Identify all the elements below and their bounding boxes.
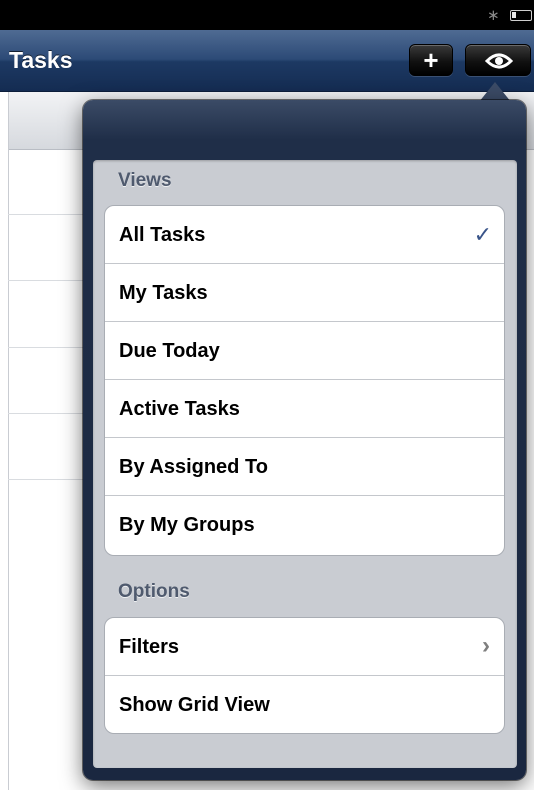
views-list: All Tasks ✓ My Tasks Due Today Active Ta… [104,205,505,556]
chevron-right-icon: › [482,632,490,659]
view-item-by-my-groups[interactable]: By My Groups [105,496,504,554]
background-row-divider [8,280,88,281]
view-item-label: By Assigned To [119,456,268,478]
plus-icon: + [423,45,439,75]
navigation-bar [0,30,534,92]
screen: ∗ Tasks + Views All Tasks ✓ My Tasks Due… [0,0,534,790]
split-divider [8,92,9,790]
popover-arrow [479,82,511,102]
options-list: Filters › Show Grid View [104,617,505,734]
bluetooth-icon: ∗ [487,7,500,24]
view-item-label: Active Tasks [119,398,240,420]
view-item-label: Due Today [119,340,220,362]
checkmark-icon: ✓ [473,222,492,247]
view-item-my-tasks[interactable]: My Tasks [105,264,504,322]
view-item-due-today[interactable]: Due Today [105,322,504,380]
view-item-label: By My Groups [119,514,255,536]
background-row-divider [8,413,88,414]
view-item-label: All Tasks [119,224,206,246]
option-item-label: Show Grid View [119,694,270,716]
option-item-label: Filters [119,636,180,658]
view-item-all-tasks[interactable]: All Tasks ✓ [105,206,504,264]
view-item-active-tasks[interactable]: Active Tasks [105,380,504,438]
eye-icon [485,53,513,69]
battery-icon [510,10,532,21]
view-item-label: My Tasks [119,282,208,304]
view-options-button[interactable] [465,44,531,76]
page-title: Tasks [9,47,73,73]
option-item-show-grid-view[interactable]: Show Grid View [105,676,504,733]
view-item-by-assigned-to[interactable]: By Assigned To [105,438,504,496]
background-row-divider [8,214,88,215]
status-bar: ∗ [0,0,534,30]
options-section-header: Options [118,581,190,602]
option-item-filters[interactable]: Filters › [105,618,504,676]
views-section-header: Views [118,170,172,191]
background-row-divider [8,347,88,348]
add-task-button[interactable]: + [409,44,453,76]
background-row-divider [8,479,88,480]
